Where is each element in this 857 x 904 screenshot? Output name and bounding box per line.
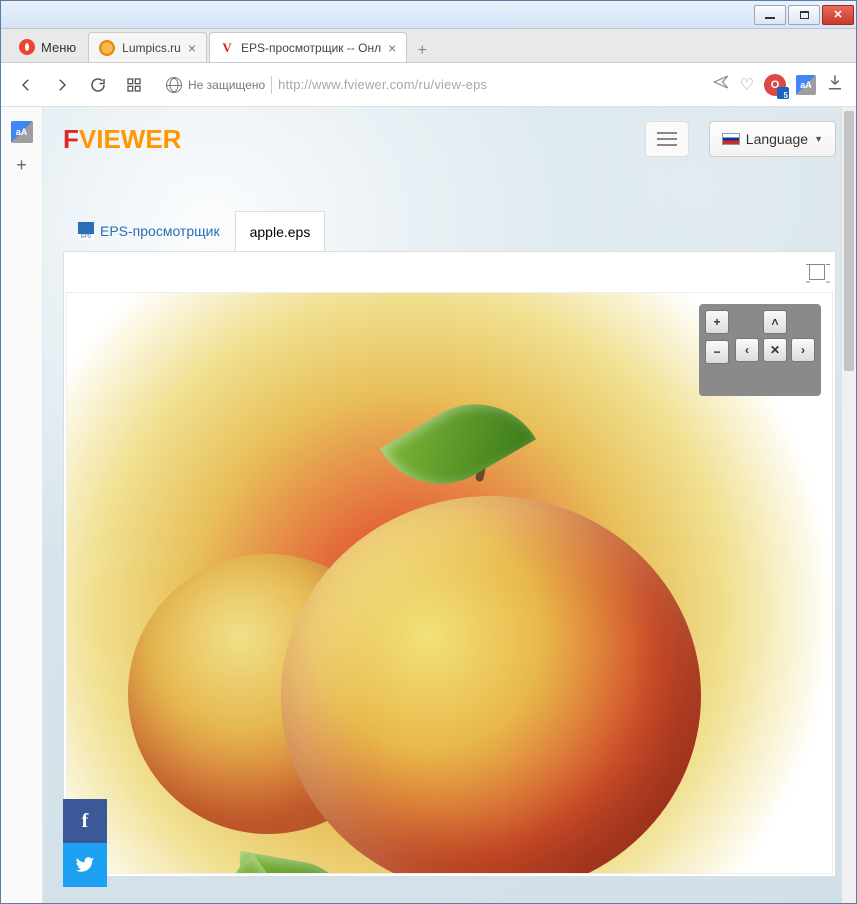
browser-toolbar: Не защищено http://www.fviewer.com/ru/vi… <box>1 63 856 107</box>
window-close-button[interactable]: ✕ <box>822 5 854 25</box>
reload-button[interactable] <box>85 72 111 98</box>
site-menu-button[interactable] <box>645 121 689 157</box>
close-tab-icon[interactable]: × <box>388 40 396 56</box>
menu-label: Меню <box>41 40 76 55</box>
browser-menu-button[interactable]: Меню <box>7 32 88 62</box>
eps-file-icon <box>78 222 94 240</box>
address-bar[interactable]: Не защищено http://www.fviewer.com/ru/vi… <box>157 70 702 100</box>
new-tab-button[interactable]: + <box>409 40 435 62</box>
pan-right-button[interactable]: › <box>791 338 815 362</box>
forward-button[interactable] <box>49 72 75 98</box>
favicon-fviewer-icon: V <box>220 41 234 55</box>
send-icon[interactable] <box>712 73 730 96</box>
tab-current-file[interactable]: apple.eps <box>235 211 326 251</box>
fviewer-logo[interactable]: FVIEWER <box>63 124 181 155</box>
scrollbar-thumb[interactable] <box>844 111 854 371</box>
language-button[interactable]: Language ▼ <box>709 121 836 157</box>
window-titlebar: ✕ <box>1 1 856 29</box>
site-header: FVIEWER Language ▼ <box>43 107 856 171</box>
tab-lumpics[interactable]: Lumpics.ru × <box>88 32 207 62</box>
nav-pad: + − ˄ ‹ ✕ › <box>699 304 821 396</box>
pan-up-button[interactable]: ˄ <box>763 310 787 334</box>
sidebar-add-button[interactable]: + <box>16 155 27 176</box>
browser-tabstrip: Меню Lumpics.ru × V EPS-просмотрщик -- О… <box>1 29 856 63</box>
tab-title: Lumpics.ru <box>122 41 181 55</box>
flag-ru-icon <box>722 133 740 145</box>
fullscreen-button[interactable] <box>809 264 825 280</box>
tab-fviewer[interactable]: V EPS-просмотрщик -- Онл × <box>209 32 407 62</box>
security-label: Не защищено <box>188 78 265 92</box>
eps-viewer-link[interactable]: EPS-просмотрщик <box>100 223 220 239</box>
page-content: FVIEWER Language ▼ EPS-просмотрщик apple… <box>43 107 856 903</box>
back-button[interactable] <box>13 72 39 98</box>
language-label: Language <box>746 131 808 147</box>
page-scrollbar[interactable] <box>841 107 856 903</box>
window-maximize-button[interactable] <box>788 5 820 25</box>
zoom-in-button[interactable]: + <box>705 310 729 334</box>
browser-sidebar: aA + <box>1 107 43 903</box>
close-tab-icon[interactable]: × <box>188 40 196 56</box>
favicon-lumpics-icon <box>99 40 115 56</box>
bookmark-heart-icon[interactable]: ♡ <box>740 75 754 95</box>
translate-icon[interactable]: aA <box>796 75 816 95</box>
tab-eps-viewer[interactable]: EPS-просмотрщик <box>63 211 235 251</box>
sidebar-translate-icon[interactable]: aA <box>11 121 33 143</box>
pan-left-button[interactable]: ‹ <box>735 338 759 362</box>
extension-badge-icon[interactable]: O5 <box>764 74 786 96</box>
file-tabs: EPS-просмотрщик apple.eps <box>43 211 856 251</box>
pan-reset-button[interactable]: ✕ <box>763 338 787 362</box>
caret-down-icon: ▼ <box>814 134 823 144</box>
viewer-panel: + − ˄ ‹ ✕ › <box>63 251 836 877</box>
share-twitter-button[interactable] <box>63 843 107 887</box>
social-share: f <box>63 799 107 887</box>
globe-icon <box>166 77 182 93</box>
opera-icon <box>19 39 35 55</box>
window-minimize-button[interactable] <box>754 5 786 25</box>
tab-title: EPS-просмотрщик -- Онл <box>241 41 381 55</box>
downloads-button[interactable] <box>826 73 844 96</box>
zoom-out-button[interactable]: − <box>705 340 729 364</box>
speed-dial-button[interactable] <box>121 72 147 98</box>
share-facebook-button[interactable]: f <box>63 799 107 843</box>
url-text: http://www.fviewer.com/ru/view-eps <box>278 77 487 92</box>
file-name: apple.eps <box>250 224 311 240</box>
